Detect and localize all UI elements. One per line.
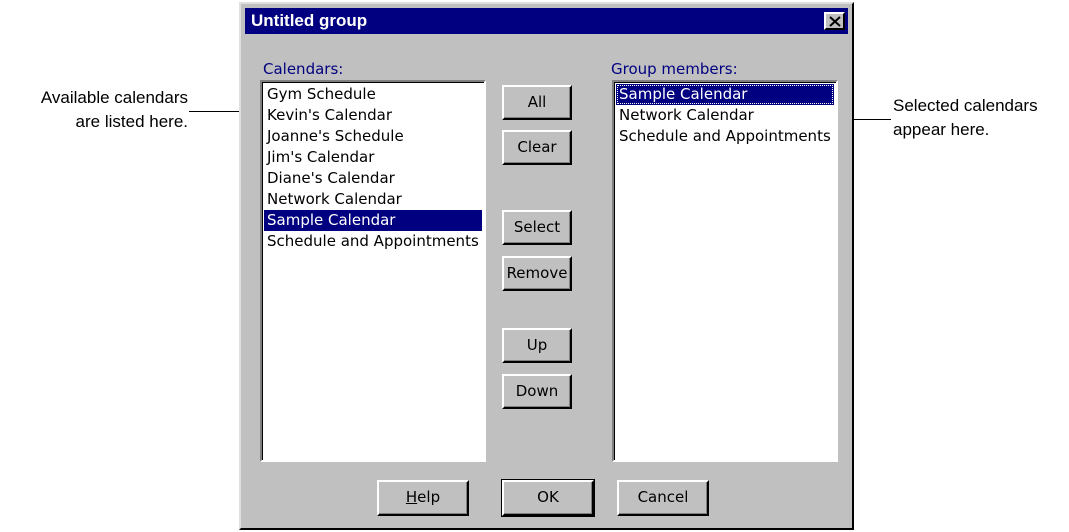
select-button[interactable]: Select bbox=[502, 210, 572, 245]
list-item[interactable]: Schedule and Appointments bbox=[264, 231, 482, 252]
callout-right-line1: Selected calendars bbox=[893, 96, 1038, 115]
callout-selected-calendars: Selected calendars appear here. bbox=[893, 94, 1038, 142]
help-mnemonic: H bbox=[405, 488, 418, 506]
list-item[interactable]: Sample Calendar bbox=[616, 84, 834, 105]
down-button[interactable]: Down bbox=[502, 374, 572, 409]
help-button[interactable]: Help bbox=[377, 480, 469, 516]
help-label: elp bbox=[417, 488, 441, 506]
group-members-listbox[interactable]: Sample Calendar Network Calendar Schedule … bbox=[612, 80, 838, 462]
callout-available-calendars: Available calendars are listed here. bbox=[0, 86, 188, 134]
calendars-listbox[interactable]: Gym Schedule Kevin's Calendar Joanne's Sch… bbox=[260, 80, 486, 462]
close-button[interactable] bbox=[824, 12, 845, 30]
list-item[interactable]: Network Calendar bbox=[616, 105, 834, 126]
callout-left-line1: Available calendars bbox=[40, 88, 188, 107]
clear-button[interactable]: Clear bbox=[502, 130, 572, 165]
list-item[interactable]: Diane's Calendar bbox=[264, 168, 482, 189]
title-bar[interactable]: Untitled group bbox=[245, 8, 848, 34]
list-item[interactable]: Sample Calendar bbox=[264, 210, 482, 231]
list-item[interactable]: Schedule and Appointments bbox=[616, 126, 834, 147]
group-members-list: Sample Calendar Network Calendar Schedule … bbox=[614, 82, 836, 149]
list-item[interactable]: Kevin's Calendar bbox=[264, 105, 482, 126]
close-icon bbox=[829, 16, 841, 27]
cancel-button[interactable]: Cancel bbox=[617, 480, 709, 516]
callout-left-line2: are listed here. bbox=[75, 112, 188, 131]
all-button[interactable]: All bbox=[502, 85, 572, 120]
calendars-list: Gym Schedule Kevin's Calendar Joanne's Sch… bbox=[262, 82, 484, 254]
calendars-label: Calendars: bbox=[263, 60, 344, 78]
untitled-group-dialog: Untitled group Calendars: Group members:… bbox=[239, 2, 854, 530]
remove-button[interactable]: Remove bbox=[502, 256, 572, 291]
list-item[interactable]: Gym Schedule bbox=[264, 84, 482, 105]
list-item[interactable]: Joanne's Schedule bbox=[264, 126, 482, 147]
dialog-title: Untitled group bbox=[251, 11, 368, 30]
group-members-label: Group members: bbox=[611, 60, 738, 78]
list-item[interactable]: Jim's Calendar bbox=[264, 147, 482, 168]
callout-right-line2: appear here. bbox=[893, 120, 990, 139]
up-button[interactable]: Up bbox=[502, 328, 572, 363]
ok-button[interactable]: OK bbox=[501, 479, 595, 517]
list-item[interactable]: Network Calendar bbox=[264, 189, 482, 210]
